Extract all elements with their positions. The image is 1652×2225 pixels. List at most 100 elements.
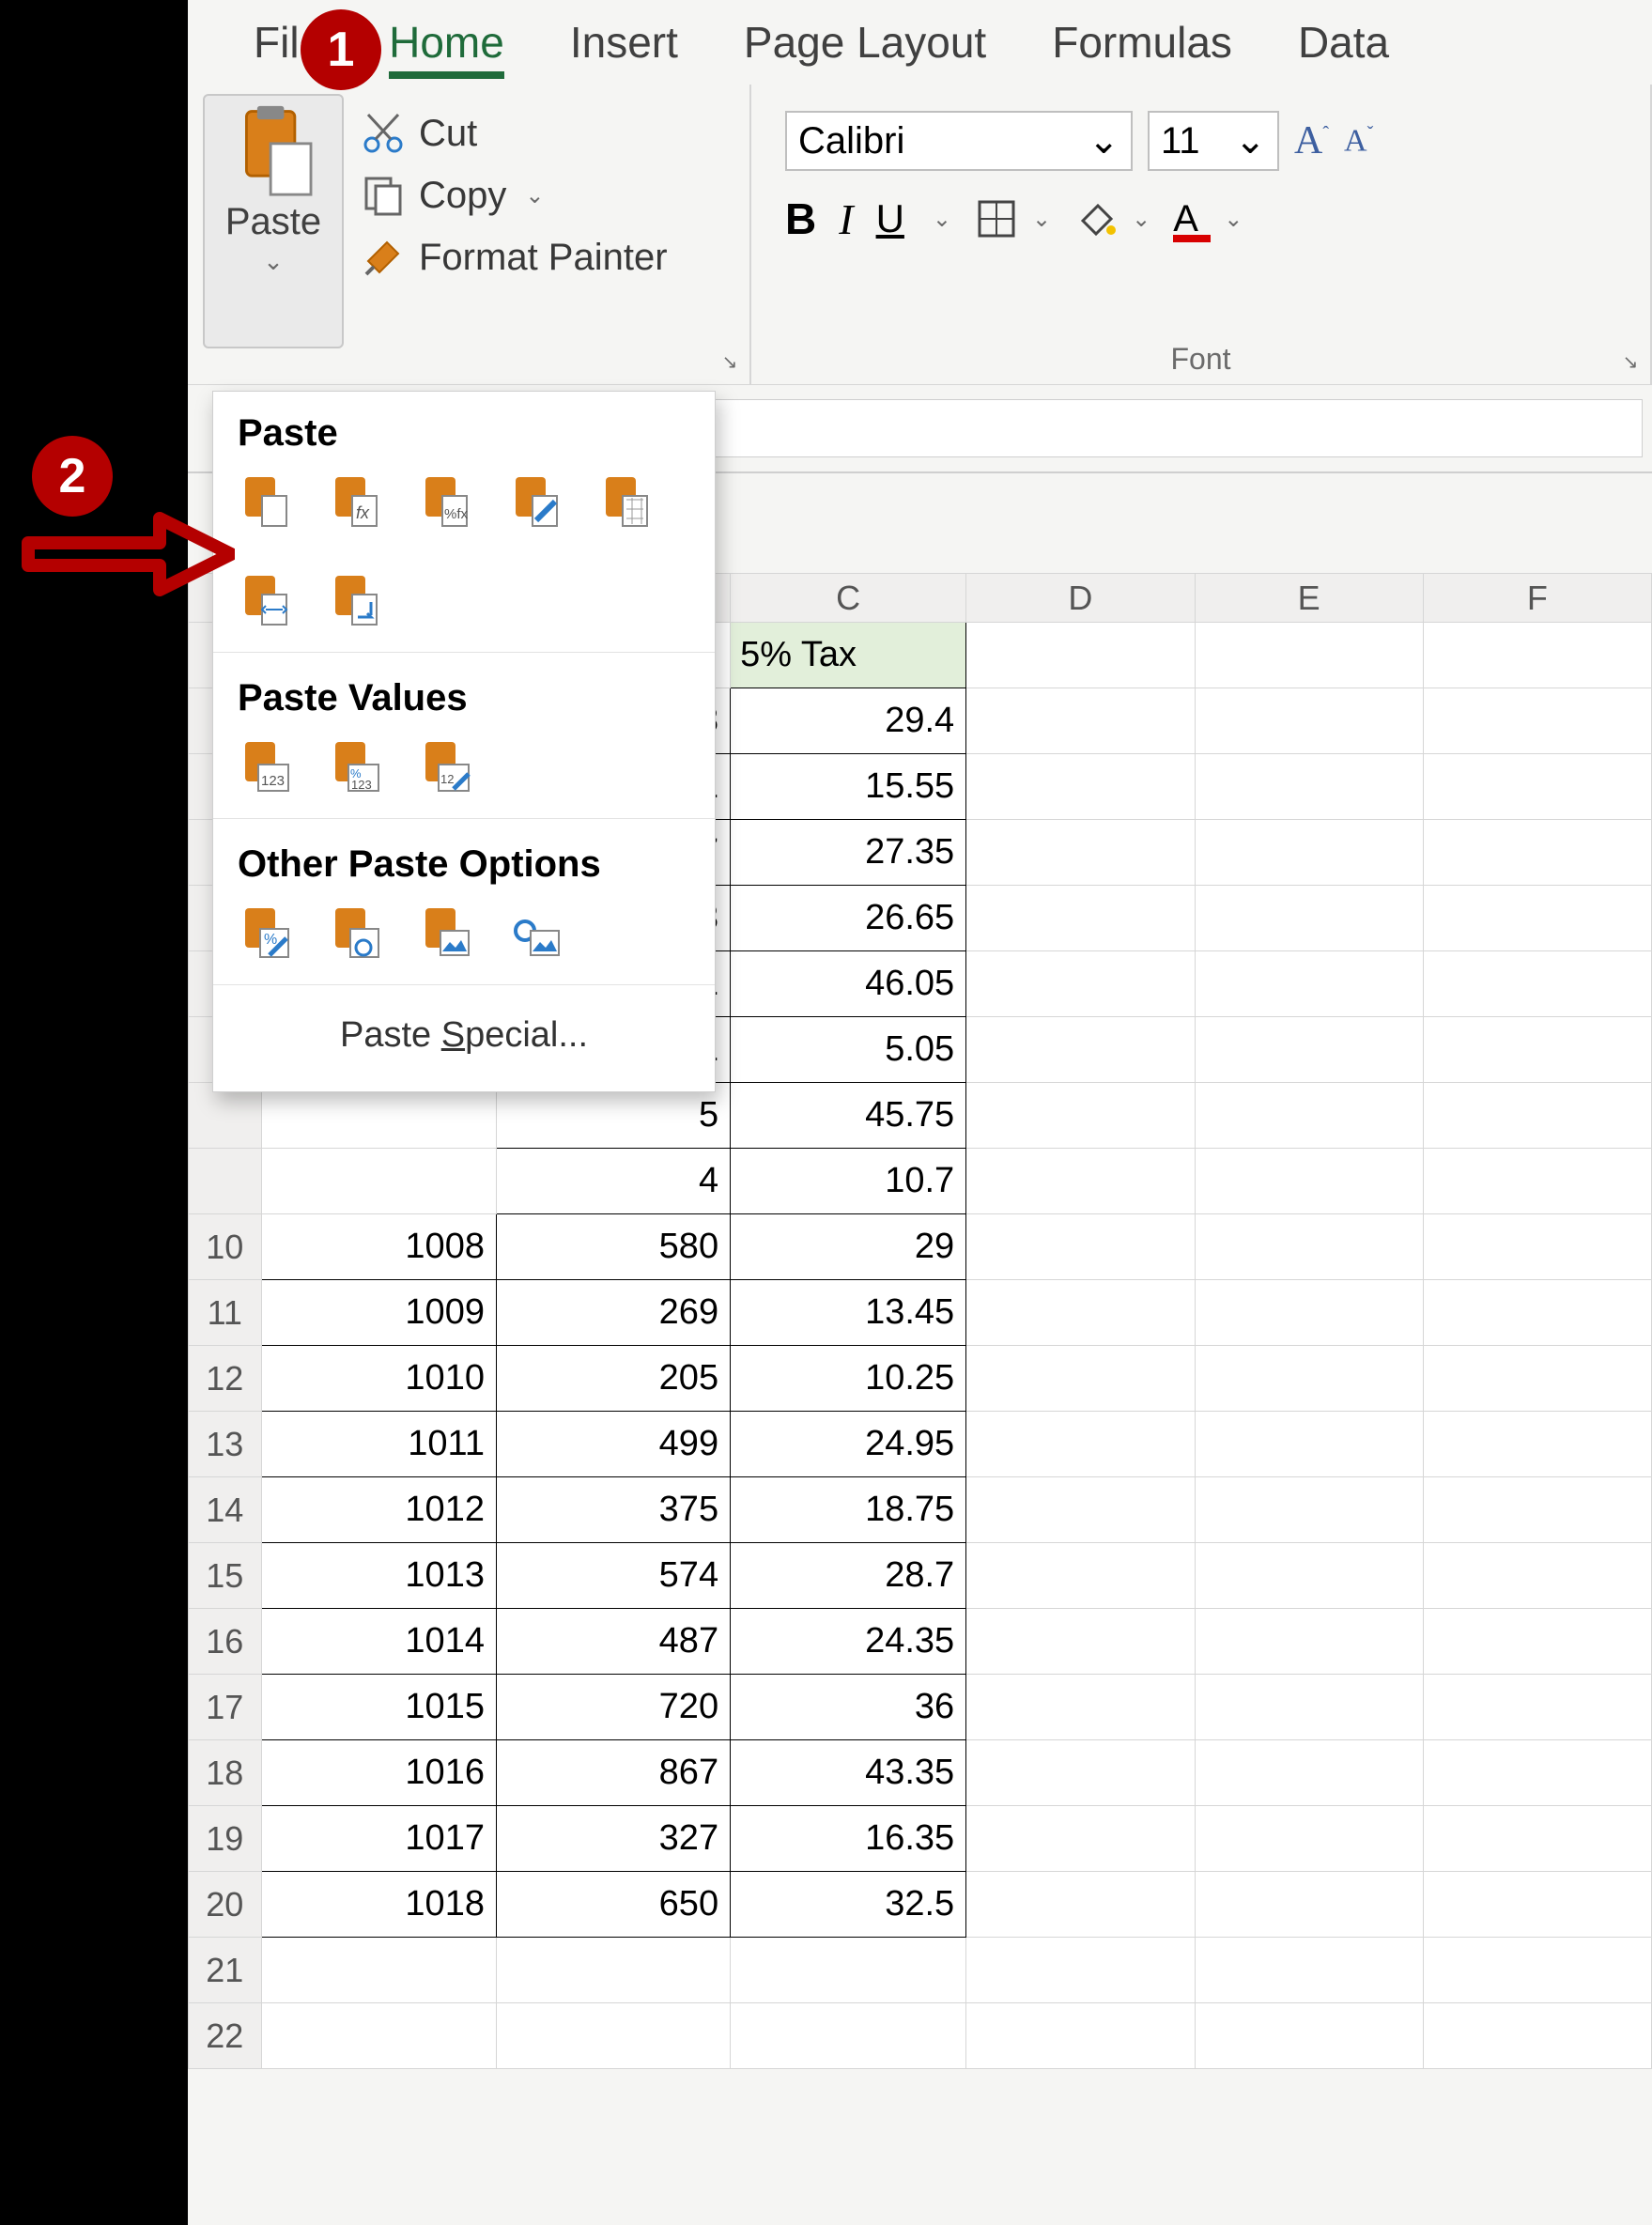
cell-c[interactable]: 13.45 (731, 1280, 966, 1346)
cell-c[interactable]: 43.35 (731, 1740, 966, 1806)
cell-a[interactable]: 1015 (261, 1675, 496, 1740)
cell-b-partial[interactable]: 4 (496, 1149, 730, 1214)
cell-a[interactable] (261, 1938, 496, 2003)
cell-b[interactable]: 375 (496, 1477, 730, 1543)
cell-c[interactable]: 29 (731, 1214, 966, 1280)
cell-c[interactable]: 27.35 (731, 820, 966, 886)
paste-option-link[interactable] (328, 903, 380, 964)
row-header[interactable]: 20 (189, 1872, 262, 1938)
clipboard-dialog-launcher[interactable]: ↘ (716, 350, 744, 379)
cell-c[interactable]: 24.35 (731, 1609, 966, 1675)
tab-home[interactable]: Home (389, 17, 504, 68)
cell-b[interactable] (496, 2003, 730, 2069)
cell-a[interactable]: 1012 (261, 1477, 496, 1543)
cell-c[interactable]: 15.55 (731, 754, 966, 820)
cell-c[interactable]: 26.65 (731, 886, 966, 951)
cell-a[interactable]: 1009 (261, 1280, 496, 1346)
cell-c[interactable]: 16.35 (731, 1806, 966, 1872)
row-header[interactable]: 19 (189, 1806, 262, 1872)
cell-c[interactable]: 10.7 (731, 1149, 966, 1214)
paste-option-paste[interactable] (238, 471, 290, 533)
cut-button[interactable]: Cut (361, 111, 668, 156)
paste-button[interactable]: Paste ⌄ (203, 94, 344, 348)
cell-c[interactable]: 32.5 (731, 1872, 966, 1938)
paste-option-keep-source-fmt[interactable] (508, 471, 561, 533)
cell-a[interactable]: 1016 (261, 1740, 496, 1806)
tab-page-layout[interactable]: Page Layout (744, 17, 986, 68)
row-header[interactable]: 12 (189, 1346, 262, 1412)
row-header[interactable]: 21 (189, 1938, 262, 2003)
cell-a[interactable]: 1008 (261, 1214, 496, 1280)
row-header[interactable]: 22 (189, 2003, 262, 2069)
cell-c[interactable]: 28.7 (731, 1543, 966, 1609)
cell-c[interactable]: 18.75 (731, 1477, 966, 1543)
cell-a[interactable]: 1014 (261, 1609, 496, 1675)
row-header[interactable]: 17 (189, 1675, 262, 1740)
cell-b[interactable]: 650 (496, 1872, 730, 1938)
paste-option-formulas-numfmt[interactable]: %fx (418, 471, 471, 533)
borders-button[interactable]: ⌄ (974, 196, 1051, 241)
font-dialog-launcher[interactable]: ↘ (1616, 350, 1644, 379)
column-header-E[interactable]: E (1195, 574, 1423, 623)
cell-b[interactable]: 327 (496, 1806, 730, 1872)
cell-b[interactable]: 867 (496, 1740, 730, 1806)
row-header[interactable]: 18 (189, 1740, 262, 1806)
font-size-combo[interactable]: 11 ⌄ (1148, 111, 1279, 171)
cell-b[interactable]: 574 (496, 1543, 730, 1609)
cell-c[interactable]: 46.05 (731, 951, 966, 1017)
cell-c[interactable]: 29.4 (731, 688, 966, 754)
tab-formulas[interactable]: Formulas (1052, 17, 1232, 68)
decrease-font-size-button[interactable]: Aˇ (1344, 123, 1373, 159)
cell-c[interactable]: 24.95 (731, 1412, 966, 1477)
cell-b[interactable]: 487 (496, 1609, 730, 1675)
column-header-F[interactable]: F (1423, 574, 1651, 623)
tab-insert[interactable]: Insert (570, 17, 678, 68)
cell-c[interactable]: 10.25 (731, 1346, 966, 1412)
cell-c[interactable]: 45.75 (731, 1083, 966, 1149)
row-header[interactable]: 13 (189, 1412, 262, 1477)
cell-b[interactable]: 269 (496, 1280, 730, 1346)
cell-a[interactable]: 1017 (261, 1806, 496, 1872)
row-header[interactable]: 16 (189, 1609, 262, 1675)
paste-special-item[interactable]: Paste Special... (213, 989, 715, 1084)
paste-option-linked-picture[interactable] (508, 903, 561, 964)
cell-c-header[interactable]: 5% Tax (731, 623, 966, 688)
paste-option-formatting[interactable]: % (238, 903, 290, 964)
row-header[interactable]: 15 (189, 1543, 262, 1609)
row-header[interactable]: 14 (189, 1477, 262, 1543)
cell-b[interactable] (496, 1938, 730, 2003)
cell-c[interactable] (731, 1938, 966, 2003)
font-color-button[interactable]: A ⌄ (1173, 198, 1243, 240)
row-header[interactable]: 11 (189, 1280, 262, 1346)
paste-option-values[interactable]: 123 (238, 736, 290, 797)
paste-option-formulas[interactable]: fx (328, 471, 380, 533)
cell-a[interactable]: 1018 (261, 1872, 496, 1938)
format-painter-button[interactable]: Format Painter (361, 235, 668, 280)
cell-c[interactable] (731, 2003, 966, 2069)
bold-button[interactable]: B (785, 193, 816, 244)
tab-data[interactable]: Data (1298, 17, 1389, 68)
cell-b[interactable]: 205 (496, 1346, 730, 1412)
cell-a[interactable] (261, 2003, 496, 2069)
cell-b-partial[interactable]: 5 (496, 1083, 730, 1149)
chevron-down-icon[interactable]: ⌄ (933, 206, 951, 233)
row-header[interactable]: 10 (189, 1214, 262, 1280)
font-name-combo[interactable]: Calibri ⌄ (785, 111, 1133, 171)
increase-font-size-button[interactable]: Aˆ (1294, 118, 1329, 163)
copy-button[interactable]: Copy ⌄ (361, 173, 668, 218)
paste-option-no-borders[interactable] (598, 471, 651, 533)
column-header-C[interactable]: C (731, 574, 966, 623)
cell-b[interactable]: 720 (496, 1675, 730, 1740)
cell-c[interactable]: 5.05 (731, 1017, 966, 1083)
paste-option-values-numfmt[interactable]: %123 (328, 736, 380, 797)
paste-option-transpose[interactable] (328, 570, 380, 631)
cell-b[interactable]: 499 (496, 1412, 730, 1477)
italic-button[interactable]: I (839, 194, 853, 244)
cell-a[interactable]: 1011 (261, 1412, 496, 1477)
column-header-D[interactable]: D (966, 574, 1195, 623)
cell-b[interactable]: 580 (496, 1214, 730, 1280)
cell-a[interactable]: 1013 (261, 1543, 496, 1609)
cell-c[interactable]: 36 (731, 1675, 966, 1740)
paste-option-values-sourcefmt[interactable]: 12 (418, 736, 471, 797)
underline-button[interactable]: U (876, 196, 904, 241)
